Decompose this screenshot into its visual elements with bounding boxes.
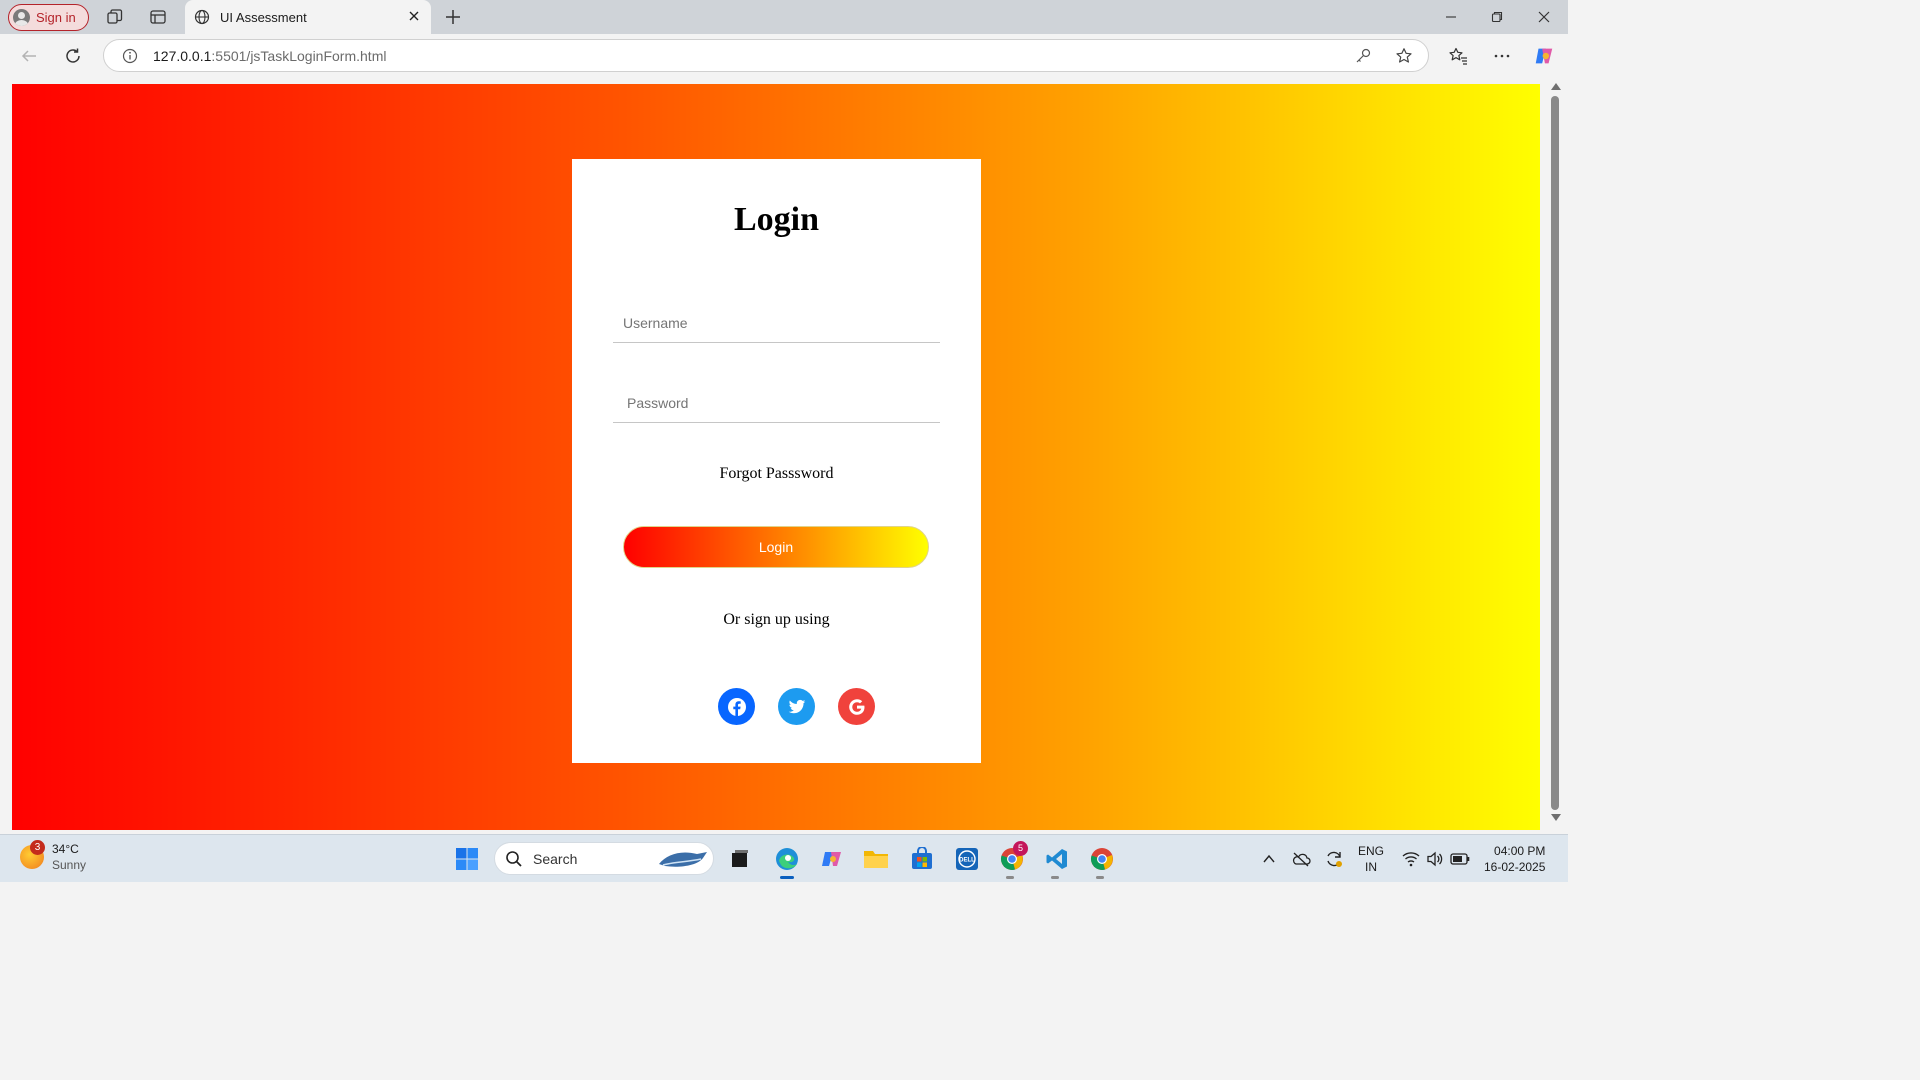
taskbar-search[interactable]: Search (494, 842, 714, 875)
url-text: 127.0.0.1:5501/jsTaskLoginForm.html (153, 48, 387, 64)
site-info-icon[interactable] (122, 48, 138, 64)
minimize-icon[interactable] (1440, 6, 1462, 28)
microsoft-store-icon[interactable] (908, 845, 936, 873)
language-indicator[interactable]: ENG IN (1358, 843, 1384, 875)
navigation-bar: 127.0.0.1:5501/jsTaskLoginForm.html (0, 34, 1568, 78)
twitter-icon (788, 699, 805, 713)
running-app-indicator (1006, 876, 1014, 879)
taskbar: 3 34°C Sunny Search DELL 5 ENG IN 04:00 … (0, 834, 1568, 882)
signin-label: Sign in (36, 10, 76, 25)
vertical-tabs-icon[interactable] (147, 6, 169, 28)
onedrive-offline-icon[interactable] (1287, 845, 1315, 873)
running-app-indicator (1096, 876, 1104, 879)
vscode-icon[interactable] (1043, 845, 1071, 873)
volume-icon[interactable] (1421, 845, 1449, 873)
dell-app-icon[interactable]: DELL (953, 845, 981, 873)
search-icon (506, 850, 522, 867)
login-title: Login (733, 201, 820, 238)
file-explorer-icon[interactable] (862, 845, 890, 873)
login-card: Login Forgot Passsword Login Or sign up … (572, 159, 981, 763)
running-app-indicator (1051, 876, 1059, 879)
password-input[interactable] (613, 383, 940, 423)
tab-ui-assessment[interactable]: UI Assessment (185, 0, 431, 34)
weather-badge: 3 (30, 840, 45, 855)
signup-prompt: Or sign up using (723, 611, 830, 628)
favorites-icon[interactable] (1447, 45, 1469, 67)
browser-tab-strip: Sign in UI Assessment (0, 0, 1568, 34)
facebook-icon (727, 697, 746, 716)
scroll-up-arrow-icon[interactable] (1551, 83, 1561, 90)
scrollbar-thumb[interactable] (1551, 96, 1559, 810)
sync-icon[interactable] (1320, 845, 1348, 873)
weather-widget[interactable]: 3 34°C Sunny (20, 840, 87, 873)
clock[interactable]: 04:00 PM 16-02-2025 (1484, 843, 1545, 875)
key-icon[interactable] (1354, 47, 1372, 65)
copilot-icon[interactable] (1533, 45, 1555, 67)
username-input[interactable] (613, 303, 940, 343)
scroll-down-arrow-icon[interactable] (1551, 814, 1561, 821)
restore-icon[interactable] (1486, 6, 1508, 28)
address-bar[interactable]: 127.0.0.1:5501/jsTaskLoginForm.html (103, 39, 1429, 72)
chrome-profile-icon[interactable]: 5 (998, 841, 1028, 873)
tab-title: UI Assessment (220, 9, 307, 25)
google-button[interactable] (838, 688, 875, 725)
copilot-app-icon[interactable] (818, 845, 846, 873)
page-scrollbar[interactable] (1546, 80, 1566, 830)
weather-condition: Sunny (52, 858, 87, 872)
svg-text:DELL: DELL (959, 858, 975, 864)
temperature: 34°C (52, 842, 79, 856)
forgot-password-link[interactable]: Forgot Passsword (572, 465, 981, 483)
chrome-badge: 5 (1013, 841, 1028, 856)
chrome-icon[interactable] (1088, 845, 1116, 873)
facebook-button[interactable] (718, 688, 755, 725)
new-tab-icon[interactable] (442, 6, 464, 28)
battery-icon[interactable] (1446, 845, 1474, 873)
profile-avatar-icon (13, 9, 30, 26)
chevron-up-icon[interactable] (1255, 845, 1283, 873)
close-window-icon[interactable] (1533, 6, 1555, 28)
active-app-indicator (780, 876, 794, 879)
close-tab-icon[interactable] (407, 9, 421, 23)
more-options-icon[interactable] (1491, 45, 1513, 67)
search-label: Search (533, 850, 578, 867)
clock-time: 04:00 PM (1494, 844, 1546, 858)
page-viewport: Login Forgot Passsword Login Or sign up … (12, 84, 1540, 830)
favorite-star-icon[interactable] (1395, 47, 1413, 65)
back-icon[interactable] (18, 45, 40, 67)
refresh-icon[interactable] (62, 45, 84, 67)
edge-browser-icon[interactable] (773, 845, 801, 873)
windows-start-icon[interactable] (453, 845, 481, 873)
workspaces-icon[interactable] (104, 6, 126, 28)
google-icon (848, 698, 864, 715)
signin-button[interactable]: Sign in (8, 4, 89, 31)
clock-date: 16-02-2025 (1484, 860, 1546, 874)
weather-sun-icon: 3 (20, 840, 45, 869)
task-view-icon[interactable] (726, 845, 754, 873)
search-highlight-icon (659, 852, 707, 867)
twitter-button[interactable] (778, 688, 815, 725)
login-button[interactable]: Login (623, 526, 929, 568)
globe-icon (194, 9, 210, 25)
